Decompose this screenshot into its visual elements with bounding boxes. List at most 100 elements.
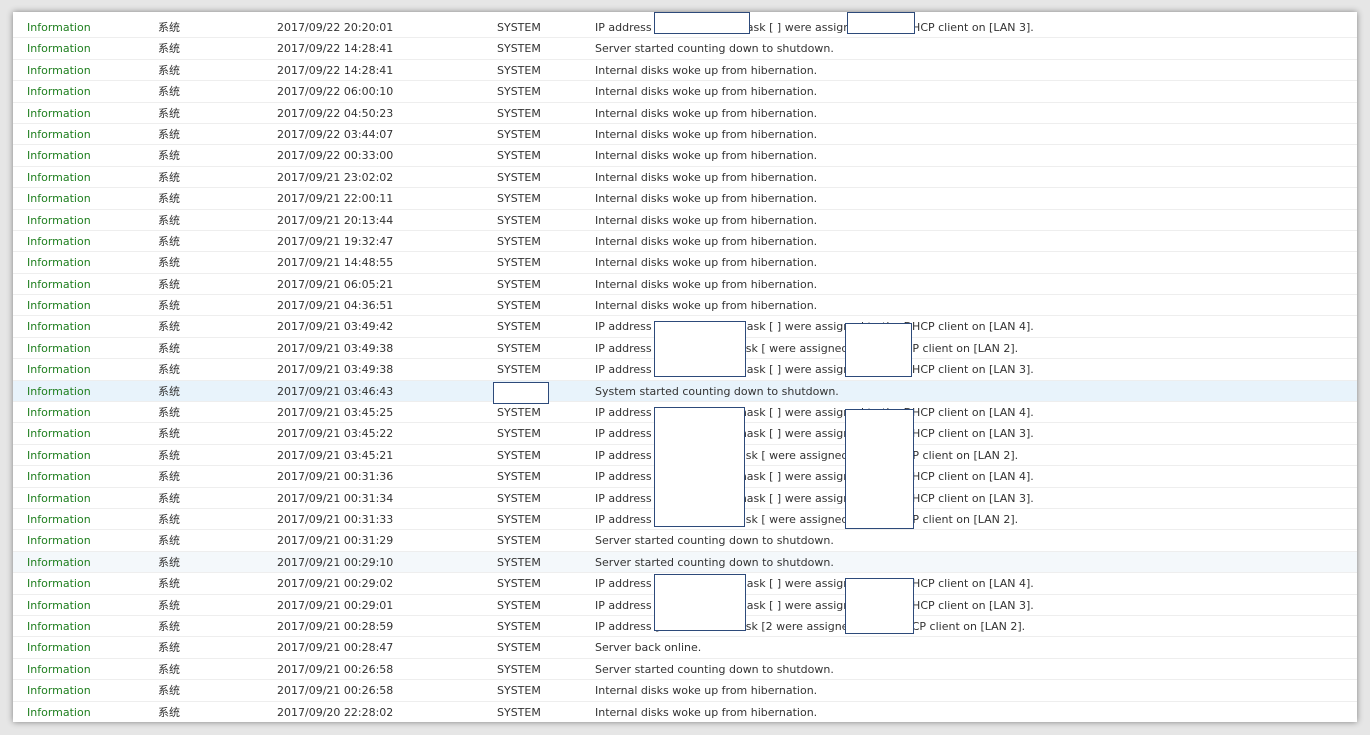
user-cell: SYSTEM: [497, 512, 541, 526]
event-cell: Internal disks woke up from hibernation.: [595, 63, 818, 77]
category-cell: 系统: [158, 491, 180, 505]
table-row[interactable]: Information 系统 2017/09/21 20:13:44 SYSTEM In…: [13, 210, 1357, 231]
time-cell: 2017/09/21 03:49:42: [277, 320, 394, 334]
user-cell: SYSTEM: [497, 42, 541, 56]
category-cell: 系统: [158, 63, 180, 77]
table-row[interactable]: Information 系统 2017/09/22 03:44:07 SYSTEM In…: [13, 124, 1357, 146]
level-cell: Information: [27, 85, 91, 99]
level-cell: Information: [27, 662, 91, 676]
category-cell: 系统: [158, 534, 180, 548]
category-cell: 系统: [158, 406, 180, 420]
time-cell: 2017/09/21 00:29:10: [277, 555, 394, 569]
level-cell: Information: [27, 427, 91, 441]
time-cell: 2017/09/22 04:50:23: [277, 106, 394, 120]
event-cell: Internal disks woke up from hibernation.: [595, 705, 818, 719]
table-row[interactable]: Information 系统 2017/09/21 00:26:58 SYSTEM In…: [13, 680, 1357, 702]
level-cell: Information: [27, 363, 91, 377]
user-cell: SYSTEM: [497, 106, 541, 120]
time-cell: 2017/09/21 00:31:33: [277, 512, 394, 526]
level-cell: Information: [27, 192, 91, 206]
level-cell: Information: [27, 149, 91, 163]
time-cell: 2017/09/22 06:00:10: [277, 85, 394, 99]
table-row[interactable]: Information 系统 2017/09/22 14:28:41 SYSTEM In…: [13, 60, 1357, 82]
table-row[interactable]: Information 系统 2017/09/21 00:28:47 SYSTEM Se…: [13, 637, 1357, 659]
level-cell: Information: [27, 213, 91, 227]
level-cell: Information: [27, 42, 91, 56]
time-cell: 2017/09/21 03:49:38: [277, 363, 394, 377]
category-cell: 系统: [158, 170, 180, 184]
category-cell: 系统: [158, 149, 180, 163]
event-cell: Internal disks woke up from hibernation.: [595, 299, 818, 313]
category-cell: 系统: [158, 277, 180, 291]
time-cell: 2017/09/21 03:49:38: [277, 341, 394, 355]
level-cell: Information: [27, 170, 91, 184]
time-cell: 2017/09/20 22:28:02: [277, 705, 394, 719]
level-cell: Information: [27, 106, 91, 120]
event-cell: Server started counting down to shutdown…: [595, 534, 834, 548]
level-cell: Information: [27, 127, 91, 141]
category-cell: 系统: [158, 85, 180, 99]
level-cell: Information: [27, 406, 91, 420]
user-cell: SYSTEM: [497, 63, 541, 77]
user-cell: SYSTEM: [497, 192, 541, 206]
time-cell: 2017/09/22 14:28:41: [277, 63, 394, 77]
table-row[interactable]: Information 系统 2017/09/21 04:36:51 SYSTEM In…: [13, 295, 1357, 317]
level-cell: Information: [27, 63, 91, 77]
category-cell: 系统: [158, 555, 180, 569]
time-cell: 2017/09/21 03:46:43: [277, 384, 394, 398]
time-cell: 2017/09/21 00:29:01: [277, 598, 394, 612]
event-cell: Server started counting down to shutdown…: [595, 555, 834, 569]
level-cell: Information: [27, 598, 91, 612]
time-cell: 2017/09/21 03:45:22: [277, 427, 394, 441]
table-row[interactable]: Information 系统 2017/09/21 23:02:02 SYSTEM In…: [13, 167, 1357, 189]
category-cell: 系统: [158, 320, 180, 334]
event-cell: Internal disks woke up from hibernation.: [595, 106, 818, 120]
table-row[interactable]: Information 系统 2017/09/21 19:32:47 SYSTEM In…: [13, 231, 1357, 253]
time-cell: 2017/09/22 00:33:00: [277, 149, 394, 163]
event-cell: Internal disks woke up from hibernation.: [595, 85, 818, 99]
redaction-box: [654, 321, 746, 377]
event-cell: Internal disks woke up from hibernation.: [595, 684, 818, 698]
table-row[interactable]: Information 系统 2017/09/21 00:29:10 SYSTEM Se…: [13, 551, 1357, 574]
user-cell: SYSTEM: [497, 641, 541, 655]
table-row[interactable]: Information 系统 2017/09/21 06:05:21 SYSTEM In…: [13, 274, 1357, 296]
table-row[interactable]: Information 系统 2017/09/21 14:48:55 SYSTEM In…: [13, 252, 1357, 274]
level-cell: Information: [27, 619, 91, 633]
time-cell: 2017/09/21 04:36:51: [277, 299, 394, 313]
user-cell: SYSTEM: [497, 21, 541, 34]
table-row[interactable]: Information 系统 2017/09/21 03:46:43 System s…: [13, 380, 1357, 403]
category-cell: 系统: [158, 213, 180, 227]
table-row[interactable]: Information 系统 2017/09/22 14:28:41 SYSTEM Se…: [13, 38, 1357, 60]
user-cell: SYSTEM: [497, 534, 541, 548]
level-cell: Information: [27, 705, 91, 719]
level-cell: Information: [27, 234, 91, 248]
category-cell: 系统: [158, 598, 180, 612]
event-cell: Server started counting down to shutdown…: [595, 42, 834, 56]
time-cell: 2017/09/21 00:26:58: [277, 684, 394, 698]
event-cell: Internal disks woke up from hibernation.: [595, 170, 818, 184]
level-cell: Information: [27, 299, 91, 313]
user-cell: SYSTEM: [497, 85, 541, 99]
table-row[interactable]: Information 系统 2017/09/21 22:00:11 SYSTEM In…: [13, 188, 1357, 210]
level-cell: Information: [27, 384, 91, 398]
event-cell: Internal disks woke up from hibernation.: [595, 213, 818, 227]
level-cell: Information: [27, 341, 91, 355]
table-row[interactable]: Information 系统 2017/09/21 00:31:29 SYSTEM Se…: [13, 530, 1357, 552]
category-cell: 系统: [158, 192, 180, 206]
time-cell: 2017/09/21 23:02:02: [277, 170, 394, 184]
redaction-box: [847, 12, 915, 34]
user-cell: SYSTEM: [497, 619, 541, 633]
table-row[interactable]: Information 系统 2017/09/22 06:00:10 SYSTEM In…: [13, 81, 1357, 103]
category-cell: 系统: [158, 470, 180, 484]
category-cell: 系统: [158, 427, 180, 441]
table-row[interactable]: Information 系统 2017/09/21 00:26:58 SYSTEM Se…: [13, 659, 1357, 681]
event-cell: Internal disks woke up from hibernation.: [595, 149, 818, 163]
user-cell: SYSTEM: [497, 705, 541, 719]
level-cell: Information: [27, 641, 91, 655]
table-row[interactable]: Information 系统 2017/09/20 22:28:02 SYSTEM In…: [13, 702, 1357, 722]
event-cell: Internal disks woke up from hibernation.: [595, 277, 818, 291]
user-cell: SYSTEM: [497, 448, 541, 462]
category-cell: 系统: [158, 512, 180, 526]
table-row[interactable]: Information 系统 2017/09/22 00:33:00 SYSTEM In…: [13, 145, 1357, 167]
table-row[interactable]: Information 系统 2017/09/22 04:50:23 SYSTEM In…: [13, 103, 1357, 124]
